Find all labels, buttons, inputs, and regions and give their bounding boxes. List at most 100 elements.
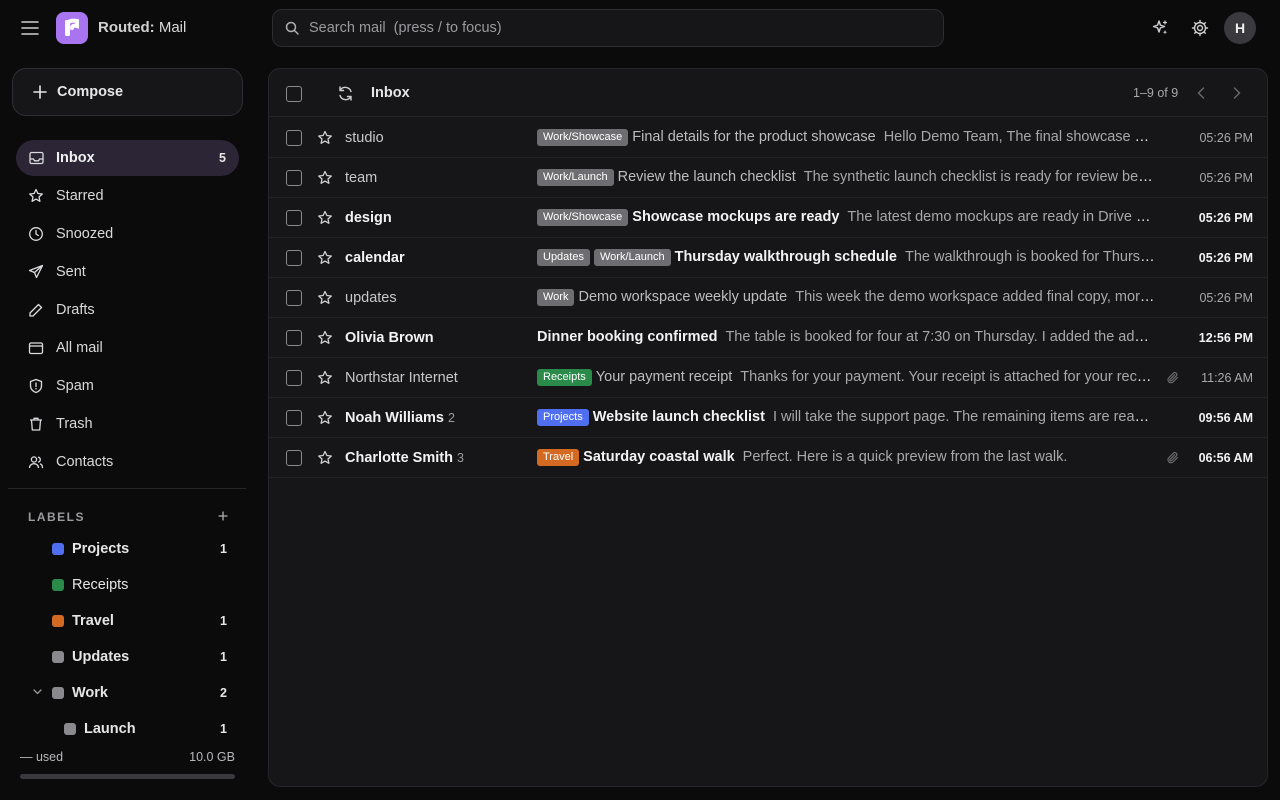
top-bar: Routed: Mail H xyxy=(0,0,1280,56)
row-checkbox[interactable] xyxy=(286,250,302,266)
star-icon[interactable] xyxy=(316,209,334,227)
mailbox-title: Inbox xyxy=(371,85,410,101)
thread-count: 3 xyxy=(456,451,464,465)
email-row[interactable]: calendar Updates Work/Launch Thursday walkt… xyxy=(269,238,1267,278)
refresh-icon[interactable] xyxy=(336,84,354,102)
email-snippet: I will take the support page. The remain… xyxy=(772,409,1155,425)
sidebar-item-trash[interactable]: Trash xyxy=(16,406,239,442)
sparkle-icon[interactable] xyxy=(1148,16,1172,40)
row-checkbox[interactable] xyxy=(286,410,302,426)
menu-icon[interactable] xyxy=(19,17,41,39)
sidebar-item-sent[interactable]: Sent xyxy=(16,254,239,290)
email-snippet: The latest demo mockups are ready in Dri… xyxy=(847,209,1155,225)
email-subject: Thursday walkthrough schedule xyxy=(674,249,897,265)
plus-icon xyxy=(33,85,47,99)
compose-button[interactable]: Compose xyxy=(12,68,243,116)
email-row[interactable]: Northstar Internet Receipts Your payment r… xyxy=(269,358,1267,398)
email-row[interactable]: Olivia Brown Dinner booking confirmed The … xyxy=(269,318,1267,358)
label-color-dot xyxy=(52,615,64,627)
email-time: 09:56 AM xyxy=(1198,411,1253,425)
email-subject: Dinner booking confirmed xyxy=(537,329,718,345)
star-icon[interactable] xyxy=(316,409,334,427)
label-tag: Work/Showcase xyxy=(537,209,629,226)
chevron-left-icon[interactable] xyxy=(1193,85,1209,101)
chevron-down-icon[interactable] xyxy=(32,687,42,697)
label-item-travel[interactable]: Travel 1 xyxy=(20,605,239,637)
star-icon[interactable] xyxy=(316,169,334,187)
row-checkbox[interactable] xyxy=(286,290,302,306)
email-sender: calendar xyxy=(345,250,405,266)
label-item-updates[interactable]: Updates 1 xyxy=(20,641,239,673)
search-bar[interactable] xyxy=(272,9,944,47)
star-icon[interactable] xyxy=(316,329,334,347)
row-checkbox[interactable] xyxy=(286,330,302,346)
email-subject: Review the launch checklist xyxy=(617,169,796,185)
sidebar-item-snoozed[interactable]: Snoozed xyxy=(16,216,239,252)
sidebar-item-drafts[interactable]: Drafts xyxy=(16,292,239,328)
label-tag: Travel xyxy=(537,449,580,466)
email-snippet: The table is booked for four at 7:30 on … xyxy=(725,329,1155,345)
email-time: 12:56 PM xyxy=(1198,331,1253,345)
label-color-dot xyxy=(52,579,64,591)
app-logo[interactable] xyxy=(56,12,88,44)
label-color-dot xyxy=(52,687,64,699)
label-tag: Projects xyxy=(537,409,589,426)
sidebar-item-spam[interactable]: Spam xyxy=(16,368,239,404)
email-sender: updates xyxy=(345,290,397,306)
thread-count: 2 xyxy=(447,411,455,425)
email-content: Updates Work/Launch Thursday walkthrough s… xyxy=(537,249,1155,266)
email-content: Projects Website launch checklist I will t… xyxy=(537,409,1155,426)
pencil-icon xyxy=(28,302,44,318)
sidebar-item-all-mail[interactable]: All mail xyxy=(16,330,239,366)
label-tag: Work/Launch xyxy=(537,169,614,186)
email-content: Work Demo workspace weekly update This wee… xyxy=(537,289,1155,306)
email-row[interactable]: team Work/Launch Review the launch checkli… xyxy=(269,158,1267,198)
email-row[interactable]: updates Work Demo workspace weekly update T… xyxy=(269,278,1267,318)
sidebar-item-contacts[interactable]: Contacts xyxy=(16,444,239,480)
email-content: Dinner booking confirmed The table is boo… xyxy=(537,329,1155,345)
gear-icon[interactable] xyxy=(1188,16,1212,40)
email-sender: Olivia Brown xyxy=(345,330,434,346)
select-all-checkbox[interactable] xyxy=(286,86,302,102)
label-item-launch[interactable]: Launch 1 xyxy=(20,713,239,745)
star-icon[interactable] xyxy=(316,129,334,147)
email-row[interactable]: Charlotte Smith 3 Travel Saturday coastal w… xyxy=(269,438,1267,478)
row-checkbox[interactable] xyxy=(286,170,302,186)
shield-icon xyxy=(28,378,44,394)
add-label-icon[interactable] xyxy=(216,509,230,523)
email-row[interactable]: Noah Williams 2 Projects Website launch che… xyxy=(269,398,1267,438)
label-tag: Receipts xyxy=(537,369,592,386)
storage-bar xyxy=(20,774,235,779)
row-checkbox[interactable] xyxy=(286,130,302,146)
email-time: 05:26 PM xyxy=(1199,131,1253,145)
chevron-right-icon[interactable] xyxy=(1229,85,1245,101)
contacts-icon xyxy=(28,454,44,470)
star-icon[interactable] xyxy=(316,369,334,387)
avatar[interactable]: H xyxy=(1224,12,1256,44)
star-icon[interactable] xyxy=(316,289,334,307)
email-subject: Showcase mockups are ready xyxy=(632,209,840,225)
email-time: 05:26 PM xyxy=(1199,291,1253,305)
sidebar-nav: Inbox 5 Starred Snoozed Sent Drafts All m… xyxy=(16,140,239,482)
email-snippet: This week the demo workspace added final… xyxy=(795,289,1155,305)
email-sender: studio xyxy=(345,130,384,146)
label-item-receipts[interactable]: Receipts xyxy=(20,569,239,601)
sidebar-item-inbox[interactable]: Inbox 5 xyxy=(16,140,239,176)
email-row[interactable]: design Work/Showcase Showcase mockups are … xyxy=(269,198,1267,238)
search-input[interactable] xyxy=(309,20,909,36)
row-checkbox[interactable] xyxy=(286,210,302,226)
email-sender: team xyxy=(345,170,378,186)
label-item-work[interactable]: Work 2 xyxy=(20,677,239,709)
row-checkbox[interactable] xyxy=(286,370,302,386)
email-row[interactable]: studio Work/Showcase Final details for the… xyxy=(269,118,1267,158)
inbox-icon xyxy=(28,150,44,166)
star-icon[interactable] xyxy=(316,449,334,467)
email-content: Work/Launch Review the launch checklist Th… xyxy=(537,169,1155,186)
email-subject: Demo workspace weekly update xyxy=(578,289,788,305)
mail-list-panel: Inbox 1–9 of 9 studio Work/Showcase Final … xyxy=(268,68,1268,787)
email-subject: Final details for the product showcase xyxy=(632,129,876,145)
star-icon[interactable] xyxy=(316,249,334,267)
sidebar-item-starred[interactable]: Starred xyxy=(16,178,239,214)
row-checkbox[interactable] xyxy=(286,450,302,466)
label-item-projects[interactable]: Projects 1 xyxy=(20,533,239,565)
